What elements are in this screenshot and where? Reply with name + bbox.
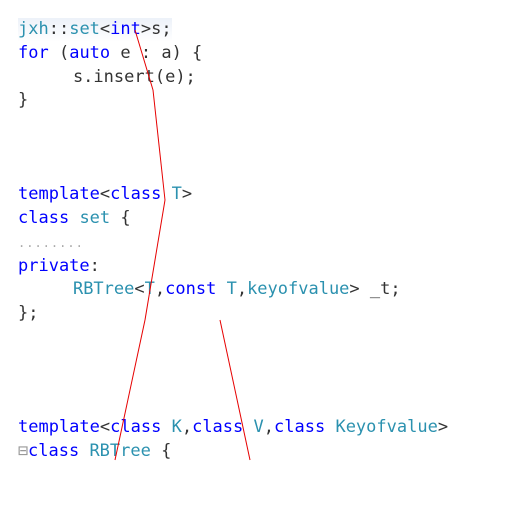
token-sp bbox=[79, 441, 89, 461]
token-template: template bbox=[18, 184, 100, 204]
code-line-4: } bbox=[18, 89, 506, 113]
token-sp bbox=[243, 417, 253, 437]
token-sp bbox=[216, 279, 226, 299]
token-var: s bbox=[151, 19, 161, 39]
code-line-8: private: bbox=[18, 255, 506, 279]
token-brace: { bbox=[151, 441, 171, 461]
token-sp bbox=[161, 417, 171, 437]
token-auto: auto bbox=[69, 43, 110, 63]
code-line-2: for (auto e : a) { bbox=[18, 42, 506, 66]
token-T: T bbox=[172, 184, 182, 204]
token-Keyof: Keyofvalue bbox=[335, 417, 437, 437]
token-sp bbox=[161, 184, 171, 204]
token-rest: e : a) { bbox=[110, 43, 202, 63]
token-gt: > bbox=[438, 417, 448, 437]
code-line-3: s.insert(e); bbox=[18, 66, 506, 90]
token-T2: T bbox=[227, 279, 237, 299]
code-line-10: }; bbox=[18, 302, 506, 326]
token-comma: , bbox=[182, 417, 192, 437]
code-line-7: ........ bbox=[18, 231, 506, 255]
code-line-1: jxh::set<int>s; bbox=[18, 18, 506, 42]
ellipsis-dots: ........ bbox=[18, 236, 84, 250]
token-rbtree: RBTree bbox=[89, 441, 150, 461]
token-template: template bbox=[18, 417, 100, 437]
token-set: set bbox=[79, 208, 110, 228]
token-indent: s. bbox=[32, 67, 93, 87]
code-line-5: template<class T> bbox=[18, 183, 506, 207]
token-comma: , bbox=[264, 417, 274, 437]
token-comma: , bbox=[155, 279, 165, 299]
token-sp bbox=[69, 208, 79, 228]
token-indent bbox=[32, 279, 73, 299]
token-namespace: jxh bbox=[18, 19, 49, 39]
token-brace: { bbox=[110, 208, 130, 228]
token-rest: (e); bbox=[155, 67, 196, 87]
token-gt: > bbox=[349, 279, 359, 299]
fold-icon[interactable]: ⊟ bbox=[18, 440, 28, 464]
token-lt: < bbox=[100, 417, 110, 437]
token-int: int bbox=[110, 19, 141, 39]
token-lt: < bbox=[100, 184, 110, 204]
token-T1: T bbox=[145, 279, 155, 299]
spacer bbox=[18, 113, 506, 183]
token-insert: insert bbox=[93, 67, 154, 87]
code-line-11: template<class K,class V,class Keyofvalu… bbox=[18, 416, 506, 440]
token-gt: > bbox=[141, 19, 151, 39]
code-line-6: class set { bbox=[18, 207, 506, 231]
token-scope: :: bbox=[49, 19, 69, 39]
token-class: class bbox=[274, 417, 325, 437]
token-semi: ; bbox=[390, 279, 400, 299]
token-var: _t bbox=[360, 279, 391, 299]
token-sp bbox=[325, 417, 335, 437]
token-gt: > bbox=[182, 184, 192, 204]
token-colon: : bbox=[90, 256, 100, 276]
token-private: private bbox=[18, 256, 90, 276]
token-lt: < bbox=[134, 279, 144, 299]
token-class: class bbox=[110, 184, 161, 204]
token-class: class bbox=[28, 441, 79, 461]
token-set: set bbox=[69, 19, 100, 39]
token-class: class bbox=[192, 417, 243, 437]
token-lt: < bbox=[100, 19, 110, 39]
token-brace: } bbox=[18, 90, 28, 110]
code-line-12: ⊟class RBTree { bbox=[18, 440, 506, 464]
token-semi: ; bbox=[161, 19, 171, 39]
token-class: class bbox=[110, 417, 161, 437]
token-paren: ( bbox=[49, 43, 69, 63]
token-brace: }; bbox=[18, 303, 38, 323]
token-class: class bbox=[18, 208, 69, 228]
spacer bbox=[18, 326, 506, 416]
token-comma: , bbox=[237, 279, 247, 299]
token-V: V bbox=[254, 417, 264, 437]
token-K: K bbox=[172, 417, 182, 437]
token-rbtree: RBTree bbox=[73, 279, 134, 299]
token-for: for bbox=[18, 43, 49, 63]
token-const: const bbox=[165, 279, 216, 299]
code-line-9: RBTree<T,const T,keyofvalue> _t; bbox=[18, 278, 506, 302]
token-keyof: keyofvalue bbox=[247, 279, 349, 299]
